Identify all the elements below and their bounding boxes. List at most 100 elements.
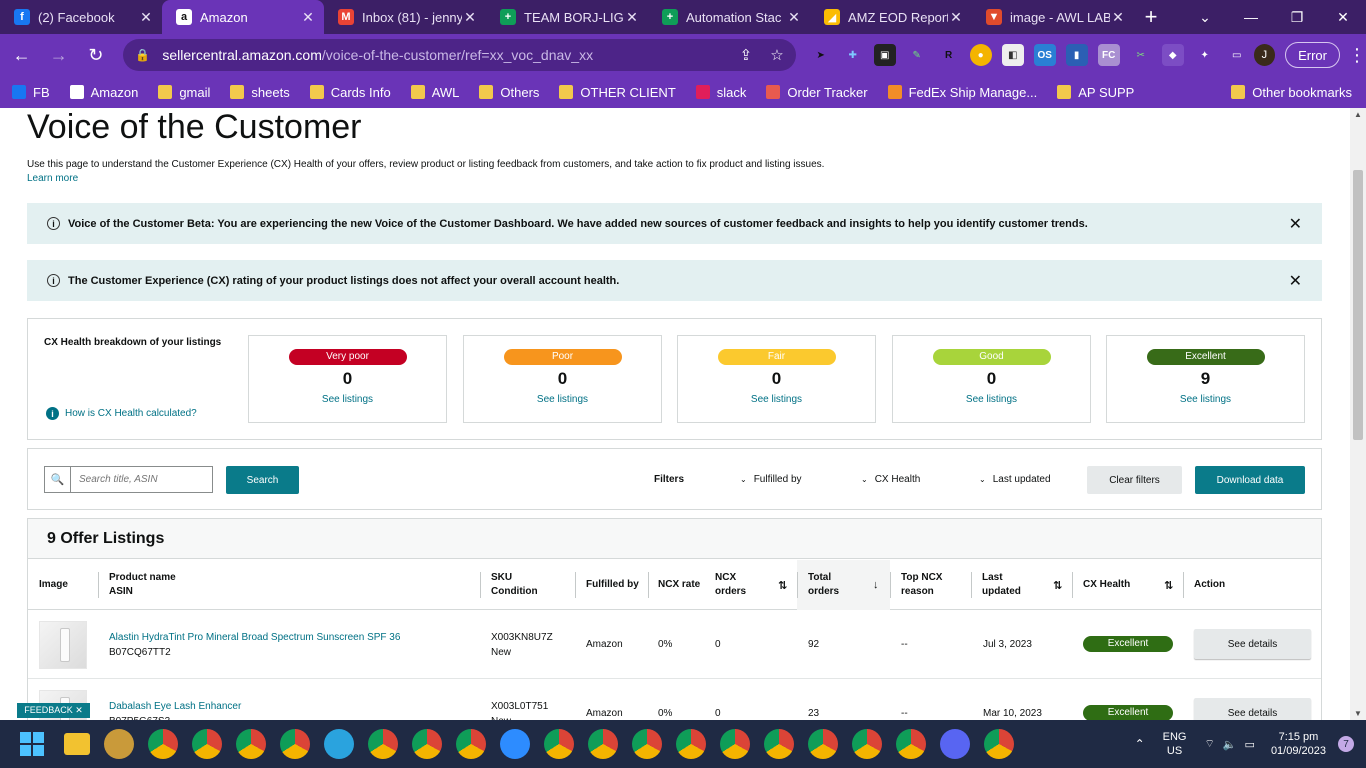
file-explorer-icon[interactable] (64, 733, 90, 755)
download-data-button[interactable]: Download data (1195, 466, 1305, 494)
wifi-icon[interactable]: ⌔ (1204, 737, 1214, 751)
bookmark-fb[interactable]: FB (12, 85, 50, 100)
extension-icon[interactable]: ➤ (810, 44, 832, 66)
windows-start-icon[interactable] (20, 732, 44, 756)
see-listings-link[interactable]: See listings (1107, 394, 1304, 405)
chrome-icon[interactable] (676, 729, 706, 759)
search-input[interactable] (71, 474, 211, 485)
restore-icon[interactable]: ❐ (1274, 0, 1320, 34)
clock[interactable]: 7:15 pm 01/09/2023 (1271, 730, 1326, 758)
close-tab-icon[interactable]: ✕ (462, 9, 478, 26)
see-listings-link[interactable]: See listings (249, 394, 446, 405)
see-listings-link[interactable]: See listings (678, 394, 875, 405)
last-updated-filter[interactable]: ⌄ Last updated (979, 474, 1051, 485)
chrome-icon[interactable] (764, 729, 794, 759)
bookmark-awl[interactable]: AWL (410, 85, 459, 100)
fulfilled-by-filter[interactable]: ⌄ Fulfilled by (740, 474, 802, 485)
bookmark-gmail[interactable]: gmail (158, 85, 210, 100)
bookmark-cards-info[interactable]: Cards Info (309, 85, 391, 100)
app-icon[interactable] (104, 729, 134, 759)
close-icon[interactable]: ✕ (1289, 271, 1302, 291)
back-icon[interactable]: ← (6, 39, 37, 71)
bookmark-ap-supp[interactable]: AP SUPP (1057, 85, 1134, 100)
chrome-icon[interactable] (852, 729, 882, 759)
battery-icon[interactable]: ▭ (1245, 738, 1255, 751)
other-bookmarks[interactable]: Other bookmarks (1231, 85, 1352, 100)
product-image[interactable] (39, 621, 87, 669)
notification-badge[interactable]: 7 (1338, 736, 1354, 752)
see-details-button[interactable]: See details (1194, 698, 1311, 720)
bookmark-amazon[interactable]: Amazon (69, 85, 138, 100)
scrollbar-thumb[interactable] (1353, 170, 1363, 440)
sort-icon[interactable]: ⇅ (1164, 579, 1173, 592)
extension-icon[interactable]: ◧ (1001, 44, 1024, 66)
chrome-icon[interactable] (456, 729, 486, 759)
minimize-icon[interactable]: — (1228, 0, 1274, 34)
cx-health-help-link[interactable]: i How is CX Health calculated? (46, 407, 197, 420)
page-scrollbar[interactable]: ▲ ▼ (1350, 108, 1366, 720)
discord-icon[interactable] (940, 729, 970, 759)
bookmark-slack[interactable]: slack (695, 85, 746, 100)
chrome-icon[interactable] (368, 729, 398, 759)
chrome-icon[interactable] (280, 729, 310, 759)
close-tab-icon[interactable]: ✕ (624, 9, 640, 26)
close-window-icon[interactable]: ✕ (1320, 0, 1366, 34)
feedback-button[interactable]: FEEDBACK ✕ (17, 703, 90, 718)
browser-tab[interactable]: + Automation Stac ✕ (648, 0, 810, 34)
extension-icon[interactable]: OS (1033, 44, 1056, 66)
avatar[interactable]: J (1253, 44, 1276, 66)
chrome-icon[interactable] (412, 729, 442, 759)
chrome-icon[interactable] (148, 729, 178, 759)
bookmark-others[interactable]: Others (479, 85, 539, 100)
product-name-link[interactable]: Dabalash Eye Lash Enhancer (109, 701, 241, 712)
volume-icon[interactable]: 🔈 (1223, 738, 1237, 751)
close-tab-icon[interactable]: ✕ (948, 9, 964, 26)
browser-tab[interactable]: + TEAM BORJ-LIGH ✕ (486, 0, 648, 34)
chrome-icon[interactable] (236, 729, 266, 759)
learn-more-link[interactable]: Learn more (27, 173, 78, 184)
browser-tab[interactable]: ▼ image - AWL LAB ✕ (972, 0, 1134, 34)
chrome-icon[interactable] (544, 729, 574, 759)
menu-icon[interactable]: ⋮ (1348, 45, 1366, 66)
browser-tab[interactable]: a Amazon ✕ (162, 0, 324, 34)
see-listings-link[interactable]: See listings (464, 394, 661, 405)
chrome-icon[interactable] (588, 729, 618, 759)
close-icon[interactable]: ✕ (1289, 214, 1302, 234)
share-icon[interactable]: ⇪ (740, 46, 753, 64)
bookmark-order-tracker[interactable]: Order Tracker (766, 85, 868, 100)
puzzle-icon[interactable]: ✦ (1194, 44, 1216, 66)
chrome-icon[interactable] (192, 729, 222, 759)
chrome-icon[interactable] (632, 729, 662, 759)
search-button[interactable]: Search (226, 466, 299, 494)
error-button[interactable]: Error (1285, 42, 1340, 68)
url-input[interactable]: 🔒 sellercentral.amazon.com/voice-of-the-… (123, 39, 796, 71)
close-tab-icon[interactable]: ✕ (1110, 9, 1126, 26)
col-cx-health[interactable]: CX Health ⇅ (1072, 560, 1183, 610)
sort-icon[interactable]: ⇅ (1053, 579, 1062, 592)
chrome-icon[interactable] (720, 729, 750, 759)
language-indicator[interactable]: ENG US (1163, 730, 1187, 758)
chevron-up-icon[interactable]: ⌃ (1135, 737, 1145, 751)
extension-icon[interactable]: ◆ (1161, 44, 1184, 66)
forward-icon[interactable]: → (43, 39, 74, 71)
sidepanel-icon[interactable]: ▭ (1226, 44, 1248, 66)
browser-tab[interactable]: M Inbox (81) - jenny ✕ (324, 0, 486, 34)
scroll-up-icon[interactable]: ▲ (1350, 110, 1366, 119)
chrome-icon[interactable] (896, 729, 926, 759)
extension-icon[interactable]: ✂ (1130, 44, 1152, 66)
new-tab-button[interactable]: + (1134, 0, 1168, 34)
see-details-button[interactable]: See details (1194, 629, 1311, 659)
chart-extension-icon[interactable]: ▮ (1065, 44, 1088, 66)
cx-health-filter[interactable]: ⌄ CX Health (861, 474, 920, 485)
scroll-down-icon[interactable]: ▼ (1350, 709, 1366, 718)
star-icon[interactable]: ☆ (770, 46, 783, 64)
col-last-updated[interactable]: Last updated ⇅ (971, 560, 1072, 610)
chrome-icon[interactable] (984, 729, 1014, 759)
see-listings-link[interactable]: See listings (893, 394, 1090, 405)
tab-search-icon[interactable]: ⌄ (1182, 0, 1228, 34)
close-tab-icon[interactable]: ✕ (138, 9, 154, 26)
bookmark-other-client[interactable]: OTHER CLIENT (559, 85, 676, 100)
chrome-icon[interactable] (808, 729, 838, 759)
extension-icon[interactable]: ✎ (906, 44, 928, 66)
browser-tab[interactable]: f (2) Facebook ✕ (0, 0, 162, 34)
